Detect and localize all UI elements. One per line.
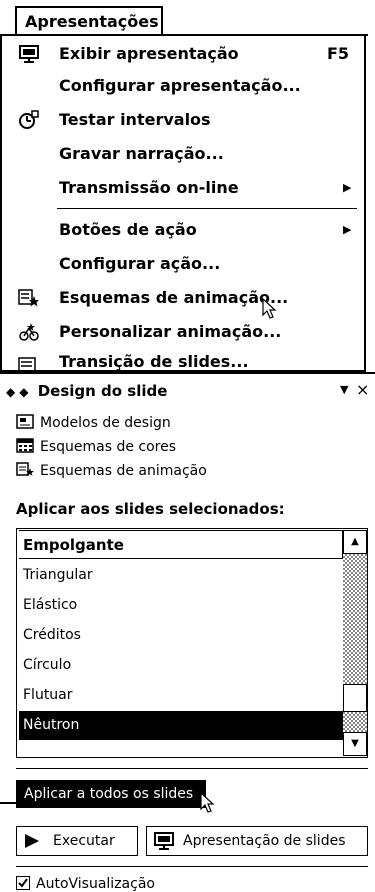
menu-item-label: Transição de slides... [59, 352, 249, 370]
mouse-cursor-icon [262, 298, 276, 319]
link-animation-schemes[interactable]: Esquemas de animação [16, 462, 207, 479]
menu-separator [57, 208, 357, 209]
list-item[interactable]: Créditos [19, 621, 343, 650]
menu-item-label: Transmissão on-line [59, 178, 239, 197]
design-templates-icon [16, 414, 34, 429]
divider [16, 768, 368, 769]
checkmark-icon [18, 878, 28, 888]
list-item[interactable]: Círculo [19, 651, 343, 680]
menu-item-action-settings[interactable]: Configurar ação... [4, 248, 364, 280]
scroll-down-icon[interactable]: ▼ [343, 732, 367, 756]
slide-design-task-pane: ◆ ◆ Design do slide ▼ × Modelos de design… [0, 374, 375, 892]
menu-item-online-broadcast[interactable]: Transmissão on-line ▶ [4, 172, 364, 204]
rehearse-timings-icon [19, 110, 39, 129]
task-pane-title: Design do slide [37, 382, 168, 400]
link-color-schemes[interactable]: Esquemas de cores [16, 438, 176, 455]
link-label: Esquemas de cores [40, 439, 177, 455]
mouse-cursor-icon [200, 792, 214, 813]
list-item[interactable]: Flutuar [19, 681, 343, 710]
color-schemes-icon [16, 438, 34, 453]
scrollbar-thumb[interactable] [343, 684, 367, 712]
play-icon [25, 834, 39, 848]
link-label: Modelos de design [40, 415, 171, 431]
slideshow-icon [154, 832, 174, 850]
run-button-label: Executar [53, 833, 115, 849]
apply-to-all-slides-button[interactable]: Aplicar a todos os slides [16, 780, 206, 808]
slide-show-button-label: Apresentação de slides [183, 833, 346, 849]
submenu-arrow-icon: ▶ [343, 223, 352, 236]
menu-item-view-show[interactable]: Exibir apresentação F5 [4, 38, 364, 70]
slideshow-icon [19, 45, 39, 63]
menu-dropdown: Exibir apresentação F5 Configurar aprese… [0, 34, 366, 372]
autopreview-label: AutoVisualização [36, 876, 155, 892]
animation-schemes-icon [16, 462, 34, 476]
menu-item-action-buttons[interactable]: Botões de ação ▶ [4, 214, 364, 246]
animation-scheme-list[interactable]: Empolgante Triangular Elástico Créditos … [16, 528, 368, 758]
link-design-templates[interactable]: Modelos de design [16, 414, 171, 431]
background-line [0, 802, 22, 804]
menu-item-slide-transition[interactable]: Transição de slides... [4, 348, 364, 370]
list-item[interactable]: Empolgante [19, 530, 343, 559]
menu-item-label: Exibir apresentação [59, 44, 239, 63]
list-item[interactable]: Elástico [19, 591, 343, 620]
submenu-arrow-icon: ▶ [343, 181, 352, 194]
list-item[interactable]: Triangular [19, 561, 343, 590]
menu-item-label: Gravar narração... [59, 144, 224, 163]
list-item-selected[interactable]: Nêutron [19, 711, 343, 740]
menu-item-label: Configurar apresentação... [59, 76, 301, 95]
slide-show-button[interactable]: Apresentação de slides [146, 826, 368, 856]
animation-schemes-icon [18, 289, 39, 307]
menu-item-label: Testar intervalos [59, 110, 211, 129]
menu-item-rehearse-timings[interactable]: Testar intervalos [4, 104, 364, 136]
menu-item-shortcut: F5 [327, 44, 350, 63]
run-button[interactable]: Executar [16, 826, 138, 856]
slideshow-menu: Apresentações Exibir apresentação F5 Con… [0, 0, 368, 372]
section-label: Aplicar aos slides selecionados: [16, 500, 285, 518]
scroll-up-icon[interactable]: ▲ [343, 530, 367, 554]
list-scrollbar[interactable]: ▲ ▼ [343, 530, 367, 756]
link-label: Esquemas de animação [40, 463, 207, 479]
close-icon[interactable]: × [356, 380, 369, 399]
task-pane-header: ◆ ◆ Design do slide [6, 382, 167, 400]
menu-item-animation-schemes[interactable]: Esquemas de animação... [4, 282, 364, 314]
back-arrow-icon[interactable]: ◆ [6, 385, 15, 399]
slide-transition-icon [18, 357, 36, 370]
divider [16, 866, 368, 867]
menu-item-label: Botões de ação [59, 220, 197, 239]
autopreview-checkbox-row[interactable]: AutoVisualização [16, 876, 155, 892]
chevron-down-icon[interactable]: ▼ [340, 383, 348, 396]
menu-item-label: Personalizar animação... [59, 322, 282, 341]
forward-arrow-icon[interactable]: ◆ [19, 385, 28, 399]
custom-animation-icon [19, 323, 39, 341]
menu-item-custom-animation[interactable]: Personalizar animação... [4, 316, 364, 348]
menu-title[interactable]: Apresentações [15, 6, 163, 36]
menu-item-setup-show[interactable]: Configurar apresentação... [4, 70, 364, 102]
menu-item-label: Esquemas de animação... [59, 288, 289, 307]
menu-item-label: Configurar ação... [59, 254, 221, 273]
menu-item-record-narration[interactable]: Gravar narração... [4, 138, 364, 170]
